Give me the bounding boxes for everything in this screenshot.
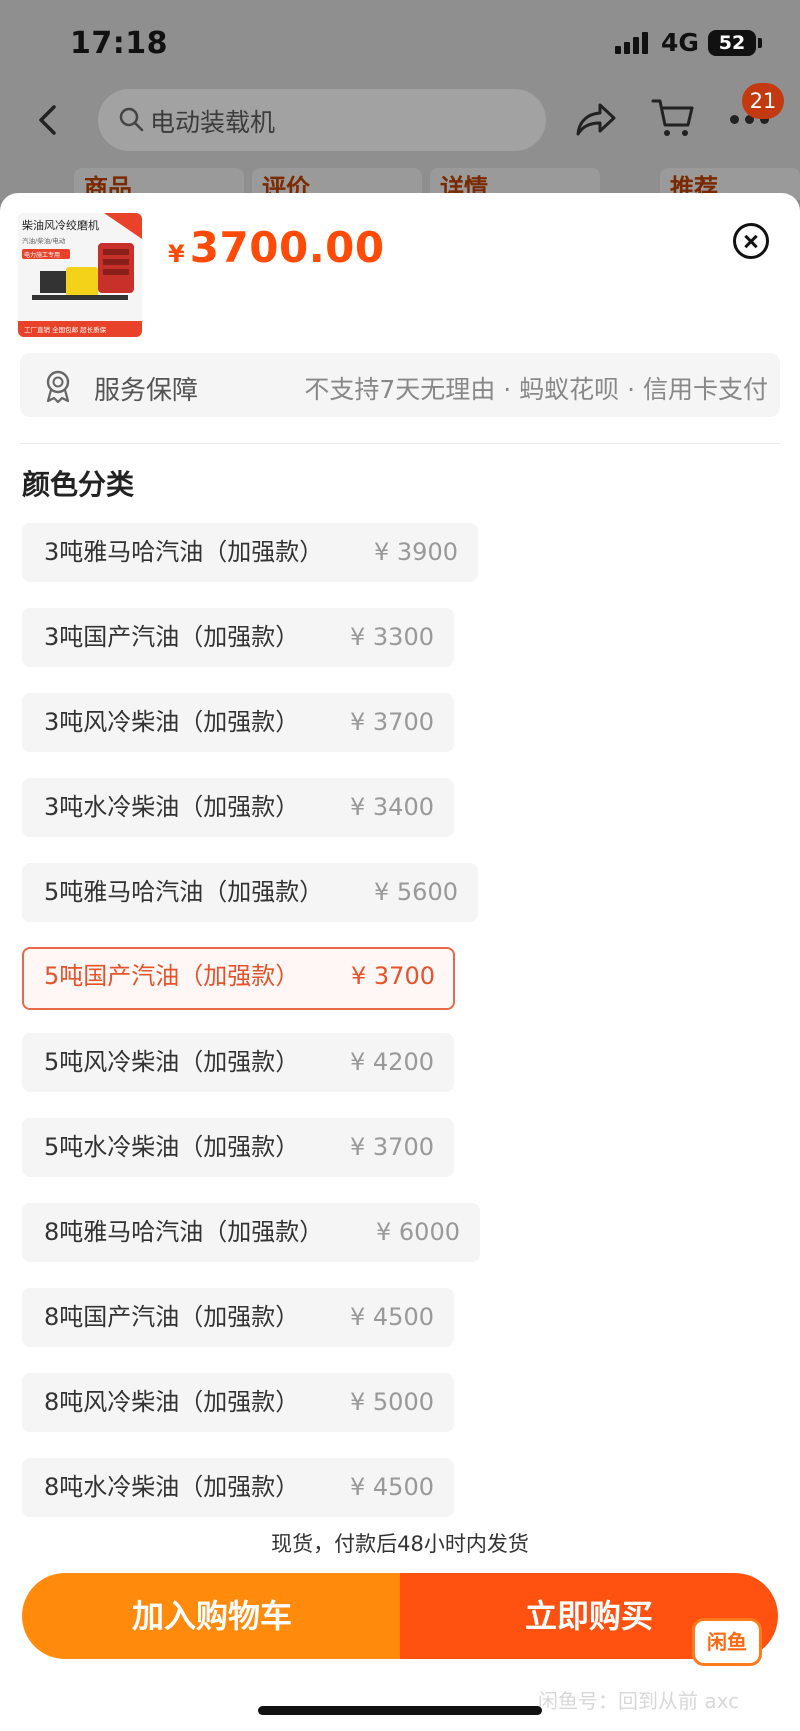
product-thumbnail[interactable]: 柴油风冷绞磨机 汽油/柴油/电动 电力施工专用 工厂直销 全国包邮 超长质保 [18, 213, 142, 337]
option-name: 8吨风冷柴油（加强款） [44, 1388, 300, 1416]
option-name: 3吨风冷柴油（加强款） [44, 708, 300, 736]
option-price: ¥ 5600 [374, 878, 458, 906]
close-button[interactable] [733, 223, 769, 259]
option-price: ¥ 3300 [350, 623, 434, 651]
share-icon[interactable] [574, 99, 618, 139]
option-chip[interactable]: 8吨风冷柴油（加强款） ¥ 5000 [22, 1373, 454, 1432]
network-type: 4G [661, 28, 699, 57]
option-chip[interactable]: 3吨雅马哈汽油（加强款） ¥ 3900 [22, 523, 478, 582]
sku-selector-sheet: 柴油风冷绞磨机 汽油/柴油/电动 电力施工专用 工厂直销 全国包邮 超长质保 ¥… [0, 193, 800, 1731]
option-price: ¥ 3400 [350, 793, 434, 821]
option-chip[interactable]: 5吨水冷柴油（加强款） ¥ 3700 [22, 1118, 454, 1177]
option-chip[interactable]: 8吨雅马哈汽油（加强款） ¥ 6000 [22, 1203, 480, 1262]
service-badge-icon [46, 370, 70, 403]
product-image: 柴油风冷绞磨机 汽油/柴油/电动 电力施工专用 工厂直销 全国包邮 超长质保 [18, 213, 142, 337]
option-price: ¥ 3900 [374, 538, 458, 566]
option-price: ¥ 3700 [350, 708, 434, 736]
option-chip-selected[interactable]: 5吨国产汽油（加强款） ¥ 3700 [22, 947, 455, 1010]
options-section-title: 颜色分类 [22, 468, 135, 501]
cart-icon[interactable] [650, 95, 696, 141]
thumb-subtitle: 汽油/柴油/电动 [22, 236, 66, 245]
price: ¥ 3700.00 [168, 223, 385, 272]
action-buttons: 加入购物车 立即购买 [22, 1573, 778, 1659]
background-page: 17:18 4G 52 电动装载机 21 商品 评价 详情 推荐 [0, 0, 800, 200]
status-bar: 17:18 4G 52 [0, 0, 800, 88]
cart-count-badge: 21 [742, 83, 784, 119]
option-chip[interactable]: 3吨风冷柴油（加强款） ¥ 3700 [22, 693, 454, 752]
watermark-text: 闲鱼号：回到从前 axc [538, 1689, 740, 1713]
option-name: 8吨国产汽油（加强款） [44, 1303, 300, 1331]
battery-tip [758, 38, 762, 48]
option-name: 3吨雅马哈汽油（加强款） [44, 538, 324, 566]
option-name: 5吨风冷柴油（加强款） [44, 1048, 300, 1076]
divider [20, 443, 780, 444]
option-chip[interactable]: 5吨风冷柴油（加强款） ¥ 4200 [22, 1033, 454, 1092]
back-arrow-icon[interactable] [32, 103, 66, 137]
option-chip[interactable]: 3吨国产汽油（加强款） ¥ 3300 [22, 608, 454, 667]
service-guarantee-row[interactable]: 服务保障 不支持7天无理由 · 蚂蚁花呗 · 信用卡支付 [20, 353, 780, 417]
shipping-note: 现货，付款后48小时内发货 [271, 1532, 529, 1556]
option-chip[interactable]: 8吨水冷柴油（加强款） ¥ 4500 [22, 1458, 454, 1517]
thumb-tag: 电力施工专用 [24, 251, 60, 259]
thumb-footer: 工厂直销 全国包邮 超长质保 [24, 325, 107, 334]
option-chip[interactable]: 5吨雅马哈汽油（加强款） ¥ 5600 [22, 863, 478, 922]
option-name: 5吨雅马哈汽油（加强款） [44, 878, 324, 906]
option-price: ¥ 6000 [376, 1218, 460, 1246]
search-icon [119, 107, 144, 132]
thumb-title: 柴油风冷绞磨机 [22, 218, 99, 232]
option-name: 3吨水冷柴油（加强款） [44, 793, 300, 821]
option-price: ¥ 5000 [350, 1388, 434, 1416]
option-name: 5吨国产汽油（加强款） [44, 962, 300, 990]
battery-icon: 52 [708, 30, 756, 56]
price-currency: ¥ [168, 240, 185, 268]
option-price: ¥ 4500 [350, 1473, 434, 1501]
service-terms: 不支持7天无理由 · 蚂蚁花呗 · 信用卡支付 [304, 375, 768, 404]
option-name: 8吨雅马哈汽油（加强款） [44, 1218, 324, 1246]
price-value: 3700.00 [189, 223, 385, 272]
service-label: 服务保障 [94, 376, 199, 406]
status-time: 17:18 [70, 26, 168, 61]
option-chip[interactable]: 8吨国产汽油（加强款） ¥ 4500 [22, 1288, 454, 1347]
search-text: 电动装载机 [150, 108, 276, 137]
option-price: ¥ 4500 [350, 1303, 434, 1331]
search-input[interactable]: 电动装载机 [98, 89, 546, 151]
add-to-cart-button[interactable]: 加入购物车 [22, 1573, 402, 1659]
option-name: 8吨水冷柴油（加强款） [44, 1473, 300, 1501]
top-nav: 电动装载机 [0, 85, 800, 155]
option-name: 5吨水冷柴油（加强款） [44, 1133, 300, 1161]
xianyu-logo: 闲鱼 [692, 1618, 762, 1666]
option-price: ¥ 3700 [351, 962, 435, 990]
signal-icon [615, 32, 655, 54]
option-name: 3吨国产汽油（加强款） [44, 623, 300, 651]
option-price: ¥ 4200 [350, 1048, 434, 1076]
option-price: ¥ 3700 [350, 1133, 434, 1161]
home-indicator [258, 1706, 542, 1715]
option-chip[interactable]: 3吨水冷柴油（加强款） ¥ 3400 [22, 778, 454, 837]
